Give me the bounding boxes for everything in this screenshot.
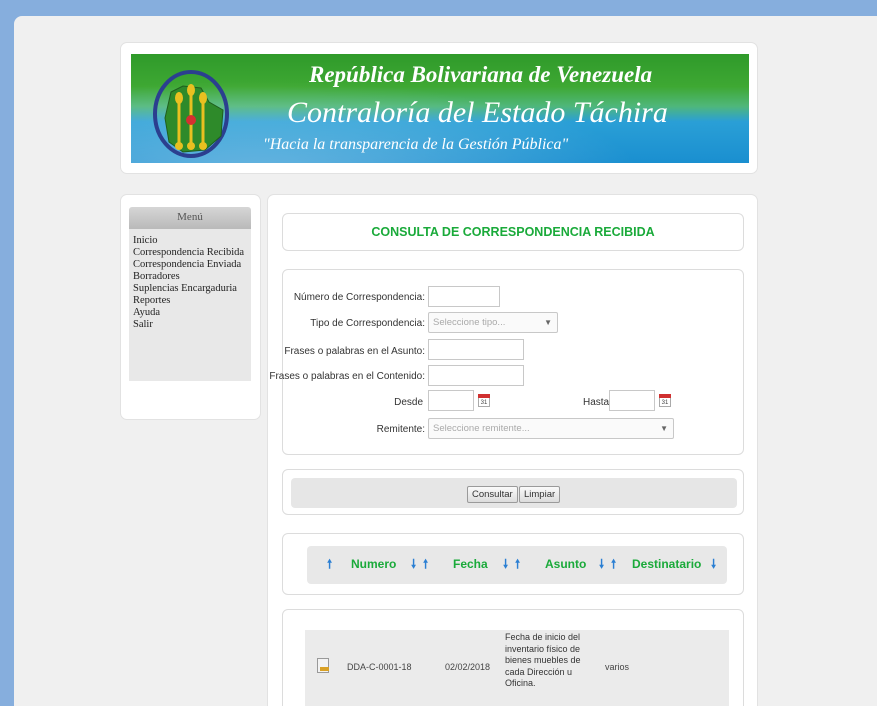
consultar-button[interactable]: Consultar xyxy=(467,486,518,503)
hasta-label: Hasta xyxy=(583,397,610,408)
page-frame: República Bolivariana de Venezuela Contr… xyxy=(14,16,877,706)
banner: República Bolivariana de Venezuela Contr… xyxy=(131,54,749,163)
state-emblem-logo xyxy=(153,70,229,158)
chevron-down-icon: ▼ xyxy=(544,318,552,327)
remitente-label: Remitente: xyxy=(376,424,425,435)
sort-asunto-desc-icon[interactable]: 🠗 xyxy=(599,555,604,576)
menu-item-correspondencia-recibida[interactable]: Correspondencia Recibida xyxy=(133,247,247,259)
asunto-input[interactable] xyxy=(428,339,524,360)
desde-input[interactable] xyxy=(428,390,474,411)
page-title: CONSULTA DE CORRESPONDENCIA RECIBIDA xyxy=(282,213,744,251)
menu-item-ayuda[interactable]: Ayuda xyxy=(133,307,247,319)
sort-asunto-label[interactable]: Asunto xyxy=(545,557,586,571)
results-list: DDA-C-0001-18 02/02/2018 Fecha de inicio… xyxy=(282,609,744,706)
chevron-down-icon: ▼ xyxy=(660,424,668,433)
desde-calendar-icon[interactable]: 31 xyxy=(478,394,490,407)
asunto-label: Frases o palabras en el Asunto: xyxy=(284,346,425,357)
tipo-select[interactable]: Seleccione tipo... ▼ xyxy=(428,312,558,333)
banner-title-institution: Contraloría del Estado Táchira xyxy=(287,96,668,129)
result-destinatario: varios xyxy=(605,662,630,672)
sort-destinatario-desc-icon[interactable]: 🠗 xyxy=(711,555,716,576)
sort-numero-asc-icon[interactable]: 🠕 xyxy=(327,555,332,576)
menu-item-correspondencia-enviada[interactable]: Correspondencia Enviada xyxy=(133,259,247,271)
tipo-label: Tipo de Correspondencia: xyxy=(310,318,425,329)
sort-header: 🠕 Numero 🠗 🠕 Fecha 🠗 🠕 Asunto 🠗 🠕 Destin… xyxy=(282,533,744,595)
menu-item-reportes[interactable]: Reportes xyxy=(133,295,247,307)
result-asunto: Fecha de inicio del inventario físico de… xyxy=(505,632,581,688)
numero-input[interactable] xyxy=(428,286,500,307)
header-panel: República Bolivariana de Venezuela Contr… xyxy=(120,42,758,174)
hasta-calendar-icon[interactable]: 31 xyxy=(659,394,671,407)
contenido-input[interactable] xyxy=(428,365,524,386)
numero-label: Número de Correspondencia: xyxy=(293,292,425,303)
main-panel: CONSULTA DE CORRESPONDENCIA RECIBIDA Núm… xyxy=(267,194,758,706)
sort-fecha-label[interactable]: Fecha xyxy=(453,557,488,571)
banner-slogan: "Hacia la transparencia de la Gestión Pú… xyxy=(263,136,569,153)
sort-numero-desc-icon[interactable]: 🠗 xyxy=(411,555,416,576)
hasta-input[interactable] xyxy=(609,390,655,411)
sort-asunto-asc-icon[interactable]: 🠕 xyxy=(515,555,520,576)
result-numero: DDA-C-0001-18 xyxy=(347,662,412,672)
menu-title: Menú xyxy=(129,207,251,229)
banner-title-country: República Bolivariana de Venezuela xyxy=(309,62,653,87)
remitente-select[interactable]: Seleccione remitente... ▼ xyxy=(428,418,674,439)
document-icon[interactable] xyxy=(317,658,329,673)
sort-destinatario-asc-icon[interactable]: 🠕 xyxy=(611,555,616,576)
menu-list: Inicio Correspondencia Recibida Correspo… xyxy=(129,229,251,381)
contenido-label: Frases o palabras en el Contenido: xyxy=(269,371,425,382)
search-form: Número de Correspondencia: Tipo de Corre… xyxy=(269,269,744,455)
sort-fecha-desc-icon[interactable]: 🠗 xyxy=(503,555,508,576)
table-row[interactable]: DDA-C-0001-18 02/02/2018 Fecha de inicio… xyxy=(305,630,729,706)
menu-panel: Menú Inicio Correspondencia Recibida Cor… xyxy=(120,194,261,420)
menu-item-suplencias[interactable]: Suplencias Encargaduria xyxy=(133,283,247,295)
sort-destinatario-label[interactable]: Destinatario xyxy=(632,557,701,571)
remitente-select-placeholder: Seleccione remitente... xyxy=(433,423,530,434)
desde-label: Desde xyxy=(394,397,423,408)
menu-item-salir[interactable]: Salir xyxy=(133,319,247,331)
action-bar: Consultar Limpiar xyxy=(282,469,744,515)
sort-numero-label[interactable]: Numero xyxy=(351,557,396,571)
menu-item-borradores[interactable]: Borradores xyxy=(133,271,247,283)
limpiar-button[interactable]: Limpiar xyxy=(519,486,561,503)
sort-fecha-asc-icon[interactable]: 🠕 xyxy=(423,555,428,576)
tipo-select-placeholder: Seleccione tipo... xyxy=(433,317,506,328)
menu-item-inicio[interactable]: Inicio xyxy=(133,235,247,247)
result-fecha: 02/02/2018 xyxy=(445,662,491,672)
